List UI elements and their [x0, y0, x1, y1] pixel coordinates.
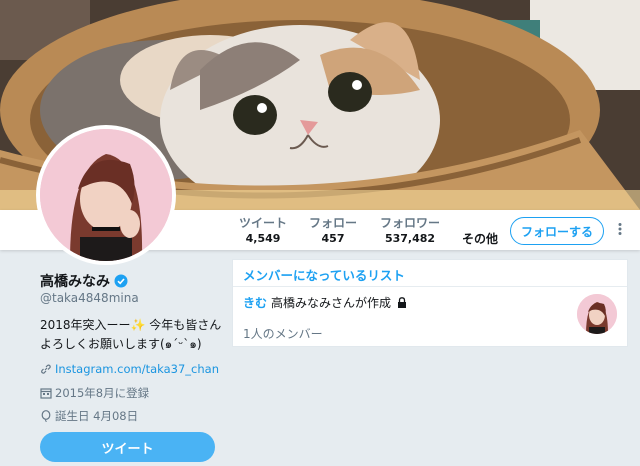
stat-tweets-label: ツイート [239, 216, 288, 230]
profile-avatar[interactable] [36, 125, 176, 265]
balloon-icon [41, 410, 51, 422]
lists-card-title[interactable]: メンバーになっているリスト [243, 265, 405, 284]
profile-handle[interactable]: @taka4848mina [40, 291, 139, 305]
profile-name-row: 高橋みなみ [40, 271, 128, 291]
link-icon [41, 364, 51, 374]
tweet-button[interactable]: ツイート [40, 432, 215, 462]
stat-followers-value: 537,482 [384, 232, 436, 245]
profile-birthday: 誕生日 4月08日 [55, 409, 139, 423]
verified-badge-icon [114, 274, 128, 288]
list-name[interactable]: きむ [243, 294, 267, 311]
more-tab[interactable]: その他 [462, 230, 498, 247]
stat-tweets-value: 4,549 [245, 232, 281, 245]
list-item[interactable]: きむ 高橋みなみさんが作成 [243, 294, 407, 311]
list-member-count: 1人のメンバー [243, 327, 323, 341]
follow-button[interactable]: フォローする [510, 217, 604, 245]
stat-followers-label: フォロワー [380, 216, 441, 230]
stat-followers[interactable]: フォロワー 537,482 [380, 214, 440, 245]
stat-following-value: 457 [321, 232, 345, 245]
stat-following-label: フォロー [309, 216, 358, 230]
calendar-icon [40, 388, 52, 399]
list-avatar-photo [577, 294, 617, 334]
profile-name[interactable]: 高橋みなみ [40, 271, 110, 291]
profile-website-link[interactable]: Instagram.com/taka37_chan [55, 362, 219, 376]
avatar-photo [40, 129, 172, 261]
profile-website-row: Instagram.com/taka37_chan [40, 362, 219, 376]
list-creator: 高橋みなみさんが作成 [271, 296, 392, 310]
list-avatar[interactable] [577, 294, 617, 334]
lock-icon [398, 297, 407, 308]
profile-joined-row: 2015年8月に登録 [40, 385, 149, 401]
more-dots-icon[interactable] [613, 222, 627, 236]
profile-birthday-row: 誕生日 4月08日 [40, 408, 138, 424]
stat-following[interactable]: フォロー 457 [309, 214, 357, 245]
lists-card: メンバーになっているリスト きむ 高橋みなみさんが作成 1人のメンバー [232, 259, 628, 347]
profile-joined: 2015年8月に登録 [55, 386, 150, 400]
stat-tweets[interactable]: ツイート 4,549 [239, 214, 287, 245]
card-divider [233, 286, 627, 287]
profile-bio: 2018年突入ーー✨ 今年も皆さんよろしくお願いします(๑ˊᵕˋ๑) [40, 318, 222, 351]
